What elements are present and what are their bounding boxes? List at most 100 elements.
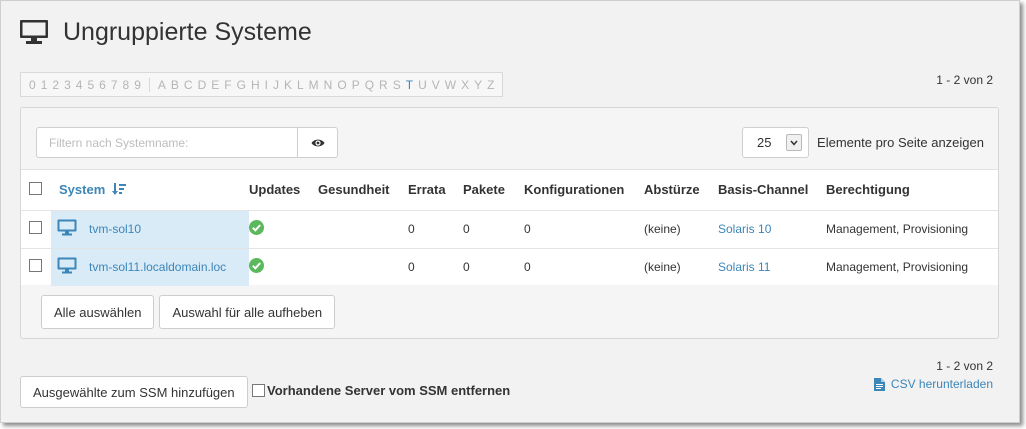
alpha-letter: W (444, 77, 457, 92)
entitlement-cell: Management, Provisioning (826, 247, 998, 286)
alpha-letter: S (392, 77, 401, 92)
column-system[interactable]: System (51, 170, 249, 210)
alpha-letter: N (323, 77, 333, 92)
remove-ssm-label: Vorhandene Server vom SSM entfernen (267, 383, 511, 398)
alpha-letter: B (170, 77, 179, 92)
page-title: Ungruppierte Systeme (63, 18, 312, 46)
packages-cell: 0 (463, 247, 524, 286)
system-link[interactable]: tvm-sol11.localdomain.loc (89, 260, 226, 274)
packages-cell: 0 (463, 209, 524, 248)
alpha-digit: 3 (64, 77, 71, 92)
per-page-label: Elemente pro Seite anzeigen (817, 135, 984, 150)
per-page-value: 25 (757, 135, 772, 150)
alpha-letter: H (250, 77, 260, 92)
alpha-letter: R (379, 77, 388, 92)
column-abstuerze: Abstürze (644, 182, 700, 198)
alpha-letter: F (224, 77, 232, 92)
alpha-digit: 7 (110, 77, 118, 92)
pagination-count-bottom: 1 - 2 von 2 (936, 359, 993, 373)
crashes-cell: (keine) (644, 247, 718, 286)
row-checkbox[interactable] (29, 259, 42, 273)
letter-filter: ABCDEFGHIJKLMNOPQRSTUVWXYZ (148, 77, 503, 92)
row-checkbox[interactable] (29, 221, 42, 234)
filter-button[interactable] (298, 127, 338, 158)
alpha-digit: 5 (87, 77, 95, 92)
alpha-letter: D (197, 77, 207, 92)
alpha-digit: 6 (99, 77, 106, 92)
systems-table: System Updates Gesundheit Errata Pakete … (21, 169, 998, 286)
alpha-digit: 1 (40, 77, 48, 92)
alpha-letter: M (308, 77, 319, 92)
table-header-row: System Updates Gesundheit Errata Pakete … (21, 170, 998, 210)
column-pakete: Pakete (463, 182, 505, 198)
alpha-digit: 2 (52, 77, 60, 92)
alpha-letter: V (431, 77, 440, 92)
alpha-letter: O (337, 77, 347, 92)
selection-buttons: Alle auswählen Auswahl für alle aufheben (41, 295, 336, 329)
alpha-letter: G (236, 77, 246, 92)
errata-cell: 0 (408, 209, 463, 248)
column-basis-channel: Basis-Channel (718, 182, 809, 198)
monitor-icon (20, 20, 48, 44)
alpha-letter: Z (487, 77, 495, 92)
alpha-letter: E (211, 77, 220, 92)
table-row: tvm-sol11.localdomain.loc 0 0 0 (keine) Solar… (21, 247, 998, 286)
system-filter-input[interactable] (36, 127, 298, 158)
alpha-letter: U (418, 77, 427, 92)
per-page-control: 25 Elemente pro Seite anzeigen (742, 127, 984, 158)
alpha-letter: Q (364, 77, 375, 92)
alpha-letter: X (461, 77, 470, 92)
config-cell: 0 (524, 247, 644, 286)
filter-group (36, 127, 338, 158)
alpha-digit: 4 (75, 77, 83, 92)
csv-link-label[interactable]: CSV herunterladen (891, 377, 993, 391)
crashes-cell: (keine) (644, 209, 718, 248)
alpha-letter: A (157, 77, 166, 92)
check-icon (249, 258, 264, 276)
document-icon (873, 377, 885, 391)
monitor-icon (57, 257, 77, 277)
per-page-select[interactable]: 25 (742, 127, 810, 158)
alpha-letter: I (264, 77, 268, 92)
entitlement-cell: Management, Provisioning (826, 209, 998, 248)
health-cell (318, 247, 408, 286)
channel-link[interactable]: Solaris 10 (718, 222, 771, 236)
unselect-all-button[interactable]: Auswahl für alle aufheben (159, 295, 336, 329)
alphabet-filter: 0123456789 ABCDEFGHIJKLMNOPQRSTUVWXYZ (20, 72, 504, 97)
column-errata: Errata (408, 182, 446, 198)
alpha-digit: 8 (122, 77, 130, 92)
add-to-ssm-button[interactable]: Ausgewählte zum SSM hinzufügen (20, 376, 248, 408)
digit-filter: 0123456789 (21, 78, 149, 92)
monitor-icon (57, 219, 77, 239)
remove-ssm-checkbox[interactable] (252, 384, 265, 397)
page-frame: Ungruppierte Systeme 0123456789 ABCDEFGH… (0, 0, 1020, 423)
alpha-letter: L (296, 77, 304, 92)
alpha-digit: 9 (134, 77, 141, 92)
channel-link[interactable]: Solaris 11 (718, 260, 770, 274)
alpha-letter: C (183, 77, 193, 92)
check-icon (249, 220, 264, 238)
config-cell: 0 (524, 209, 644, 248)
eye-icon (311, 139, 324, 146)
alpha-letter: J (272, 77, 279, 92)
pagination-count-top: 1 - 2 von 2 (936, 73, 993, 87)
system-link[interactable]: tvm-sol10 (89, 222, 141, 236)
column-konfigurationen: Konfigurationen (524, 182, 625, 198)
remove-ssm-option[interactable]: Vorhandene Server vom SSM entfernen (252, 383, 510, 398)
select-all-button[interactable]: Alle auswählen (41, 295, 155, 329)
table-row: tvm-sol10 0 0 0 (keine) Solaris 10 Management,… (21, 209, 998, 248)
column-berechtigung: Berechtigung (826, 182, 910, 198)
chevron-down-icon (786, 134, 803, 151)
column-updates: Updates (249, 182, 301, 198)
alpha-letter: P (351, 77, 360, 92)
page-header: Ungruppierte Systeme (19, 17, 312, 47)
alpha-digit: 0 (29, 77, 36, 92)
csv-download-link[interactable]: CSV herunterladen (873, 377, 993, 391)
alpha-letter: Y (474, 77, 483, 92)
alpha-letter[interactable]: T (406, 78, 413, 92)
select-all-checkbox[interactable] (29, 181, 42, 195)
sort-desc-icon (111, 183, 126, 196)
alpha-letter: K (283, 77, 292, 92)
errata-cell: 0 (408, 247, 463, 286)
column-gesundheit: Gesundheit (318, 182, 390, 198)
